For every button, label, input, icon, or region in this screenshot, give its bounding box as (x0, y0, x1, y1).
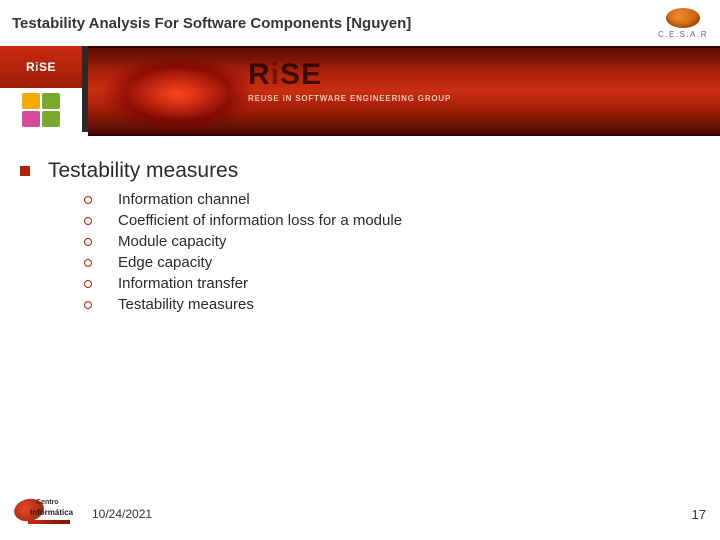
circle-bullet-icon (84, 196, 92, 204)
slide-title: Testability Analysis For Software Compon… (12, 15, 411, 32)
circle-bullet-icon (84, 301, 92, 309)
rise-wm-i: i (271, 58, 280, 91)
footer-date: 10/24/2021 (92, 507, 152, 521)
banner-main: RiSE REUSE iN SOFTWARE ENGINEERING GROUP (88, 46, 720, 136)
circle-bullet-icon (84, 259, 92, 267)
slide: Testability Analysis For Software Compon… (0, 0, 720, 540)
main-bullet-row: Testability measures (20, 159, 700, 183)
rise-badge-text: RiSE (26, 60, 56, 74)
rise-watermark: RiSE (248, 58, 322, 92)
list-item: Module capacity (84, 233, 700, 250)
rise-se: SE (39, 60, 56, 74)
logo-cesar-text: C.E.S.A.R (658, 30, 708, 39)
cin-underline-icon (28, 520, 70, 524)
footer-left: Centro Informática 10/24/2021 (14, 497, 152, 531)
logo-cesar: C.E.S.A.R (658, 8, 708, 39)
list-item: Information transfer (84, 275, 700, 292)
puzzle-icon (22, 93, 60, 127)
square-bullet-icon (20, 166, 30, 176)
header-bar: Testability Analysis For Software Compon… (0, 0, 720, 46)
banner-left-block: RiSE (0, 46, 82, 132)
circle-bullet-icon (84, 217, 92, 225)
cin-text-bottom: Informática (30, 508, 73, 517)
content-area: Testability measures Information channel… (0, 155, 720, 496)
banner-tagline: REUSE iN SOFTWARE ENGINEERING GROUP (248, 94, 451, 103)
list-item-text: Testability measures (118, 296, 254, 313)
list-item: Information channel (84, 191, 700, 208)
list-item-text: Information transfer (118, 275, 248, 292)
circle-bullet-icon (84, 280, 92, 288)
cin-text-top: Centro (36, 499, 59, 506)
circle-bullet-icon (84, 238, 92, 246)
list-item-text: Coefficient of information loss for a mo… (118, 212, 402, 229)
banner-puzzle-block (0, 88, 82, 132)
rise-r: R (26, 60, 35, 74)
list-item-text: Edge capacity (118, 254, 212, 271)
list-item-text: Module capacity (118, 233, 226, 250)
rise-wm-se: SE (280, 58, 322, 91)
list-item: Edge capacity (84, 254, 700, 271)
banner-rise-badge: RiSE (0, 46, 82, 88)
logo-cin: Centro Informática (14, 497, 70, 531)
footer-page-number: 17 (692, 507, 706, 522)
list-item: Testability measures (84, 296, 700, 313)
logo-cesar-swirl-icon (666, 8, 700, 28)
banner: RiSE RiSE REUSE iN SOFTWARE ENGINEERING … (0, 46, 720, 132)
footer-bar: Centro Informática 10/24/2021 17 (0, 492, 720, 540)
list-item-text: Information channel (118, 191, 250, 208)
list-item: Coefficient of information loss for a mo… (84, 212, 700, 229)
main-heading: Testability measures (48, 159, 238, 183)
rise-wm-r: R (248, 58, 271, 91)
sub-list: Information channel Coefficient of infor… (84, 191, 700, 313)
